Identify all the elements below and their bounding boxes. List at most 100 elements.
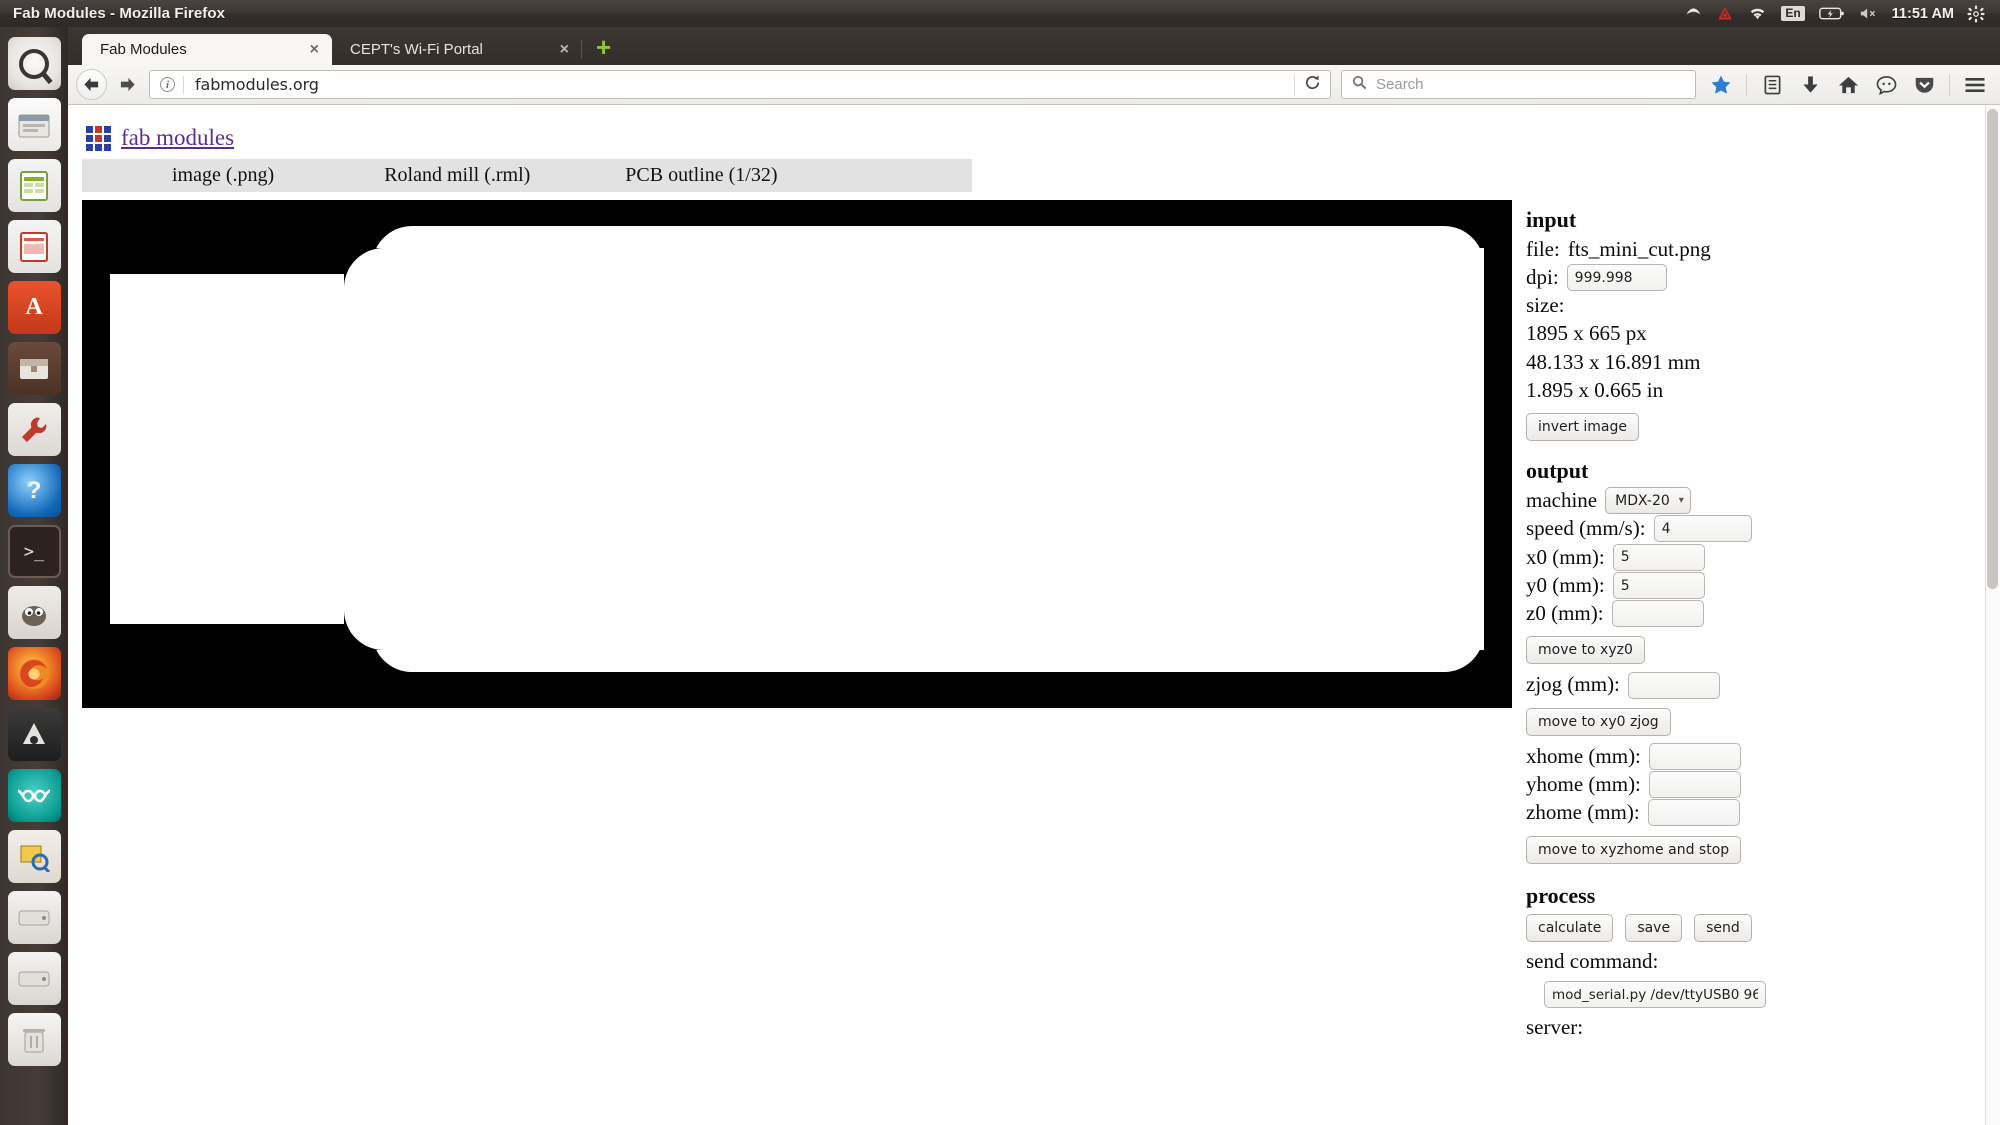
speed-label: speed (mm/s): [1526,516,1646,541]
launcher-item-archive-manager[interactable] [7,342,61,395]
outline-shape-top [372,226,1484,290]
send-command-input[interactable] [1544,981,1766,1009]
page-scrollbar[interactable] [1985,105,2000,1125]
scrollbar-thumb[interactable] [1987,109,1998,589]
keyboard-layout-label: En [1781,6,1805,21]
size-in: 1.895 x 0.665 in [1526,378,1664,403]
url-text: fabmodules.org [195,75,319,94]
home-icon[interactable] [1831,70,1865,100]
x0-input[interactable] [1612,543,1705,571]
launcher-item-software-center[interactable]: A [7,281,61,334]
unity-launcher: A ? >_ [0,27,68,1125]
server-label: server: [1526,1015,1584,1040]
invert-image-button[interactable]: invert image [1526,413,1639,442]
send-button[interactable]: send [1694,914,1752,943]
z0-row: z0 (mm): [1526,600,1982,628]
launcher-item-arduino[interactable] [7,769,61,822]
update-manager-icon[interactable] [1709,0,1741,27]
system-top-panel: Fab Modules - Mozilla Firefox En 11:51 A… [0,0,2000,27]
system-clock[interactable]: 11:51 AM [1886,6,1960,22]
yhome-row: yhome (mm): [1526,771,1982,799]
tab-label: CEPT's Wi-Fi Portal [350,41,483,58]
speed-input[interactable] [1653,515,1752,543]
url-bar[interactable]: i fabmodules.org [149,70,1331,99]
zjog-input[interactable] [1627,671,1720,699]
launcher-item-libreoffice-calc[interactable] [7,159,61,212]
zhome-input[interactable] [1647,799,1740,827]
outline-shape-body [110,248,1484,650]
dropbox-icon[interactable] [1678,0,1709,27]
pocket-icon[interactable] [1907,70,1941,100]
machine-selected-value: MDX-20 [1615,492,1670,509]
search-icon [1352,75,1367,95]
close-icon[interactable]: × [555,41,574,59]
xhome-input[interactable] [1648,742,1741,770]
launcher-item-help[interactable]: ? [7,464,61,517]
machine-select[interactable]: MDX-20 ▾ [1605,487,1691,515]
bookmark-star-icon[interactable] [1704,70,1738,100]
x0-label: x0 (mm): [1526,544,1605,569]
launcher-item-trash[interactable] [7,1013,61,1066]
menu-item-image-png[interactable]: image (.png) [172,164,274,187]
y0-input[interactable] [1612,572,1705,599]
window-title: Fab Modules - Mozilla Firefox [13,5,226,22]
battery-icon[interactable] [1812,0,1852,27]
input-file-row: file: fts_mini_cut.png [1526,236,1982,263]
menu-item-roland-mill-rml[interactable]: Roland mill (.rml) [384,164,530,187]
launcher-item-disk-2[interactable] [7,952,61,1005]
launcher-item-libreoffice-impress[interactable] [7,220,61,273]
chevron-down-icon: ▾ [1678,495,1684,507]
move-to-xyz0-button[interactable]: move to xyz0 [1526,636,1645,665]
calculate-button[interactable]: calculate [1526,914,1614,943]
gear-icon[interactable] [1960,0,1992,27]
menu-hamburger-icon[interactable] [1958,70,1992,100]
menu-item-pcb-outline[interactable]: PCB outline (1/32) [625,164,777,187]
launcher-item-gimp[interactable] [7,586,61,639]
firefox-window: Fab Modules × CEPT's Wi-Fi Portal × + i … [68,27,2000,1125]
volume-muted-icon[interactable] [1852,0,1886,27]
launcher-item-system-tools[interactable] [7,403,61,456]
launcher-item-dash-home[interactable] [7,37,61,90]
new-tab-button[interactable]: + [582,34,623,65]
keyboard-layout-indicator[interactable]: En [1774,0,1811,27]
forward-arrow-icon[interactable] [111,70,143,100]
search-bar[interactable]: Search [1341,70,1696,99]
save-button[interactable]: save [1625,914,1683,943]
wifi-icon[interactable] [1741,0,1774,27]
move-to-xyzhome-and-stop-button[interactable]: move to xyzhome and stop [1526,835,1742,864]
xhome-row: xhome (mm): [1526,742,1982,770]
navigation-toolbar: i fabmodules.org Search [68,65,2000,105]
z0-input[interactable] [1611,600,1704,628]
close-icon[interactable]: × [305,41,324,59]
image-preview-canvas[interactable] [82,200,1512,708]
right-margin [1484,200,1512,708]
launcher-item-disk-1[interactable] [7,891,61,944]
launcher-item-inkscape[interactable] [7,708,61,761]
tab-cept-wifi-portal[interactable]: CEPT's Wi-Fi Portal × [332,34,582,65]
settings-sidepanel: input file: fts_mini_cut.png dpi: size: … [1512,192,1982,1042]
y0-row: y0 (mm): [1526,572,1982,599]
preview-canvas-wrap [82,200,1512,1042]
input-dpi-row: dpi: [1526,264,1982,292]
launcher-item-kicad[interactable] [7,830,61,883]
move-to-xy0-zjog-button[interactable]: move to xy0 zjog [1526,707,1671,736]
library-icon[interactable] [1755,70,1789,100]
reload-icon[interactable] [1294,73,1330,96]
back-arrow-icon[interactable] [76,69,107,100]
tab-fab-modules[interactable]: Fab Modules × [82,34,332,65]
site-identity-icon[interactable]: i [150,77,183,92]
downloads-icon[interactable] [1793,70,1827,100]
sync-chat-icon[interactable] [1869,70,1903,100]
dpi-input[interactable] [1566,264,1667,292]
outline-shape-bottom [372,608,1484,672]
launcher-item-terminal[interactable]: >_ [7,525,61,578]
workspace: input file: fts_mini_cut.png dpi: size: … [82,192,2000,1042]
module-menu-bar: image (.png) Roland mill (.rml) PCB outl… [82,159,972,192]
launcher-item-files[interactable] [7,98,61,151]
toolbar-separator [1949,73,1950,96]
yhome-input[interactable] [1648,771,1741,799]
bottom-margin [82,672,1512,708]
toolbar-separator [1746,73,1747,96]
fab-modules-link[interactable]: fab modules [121,125,234,151]
launcher-item-firefox[interactable] [7,647,61,700]
